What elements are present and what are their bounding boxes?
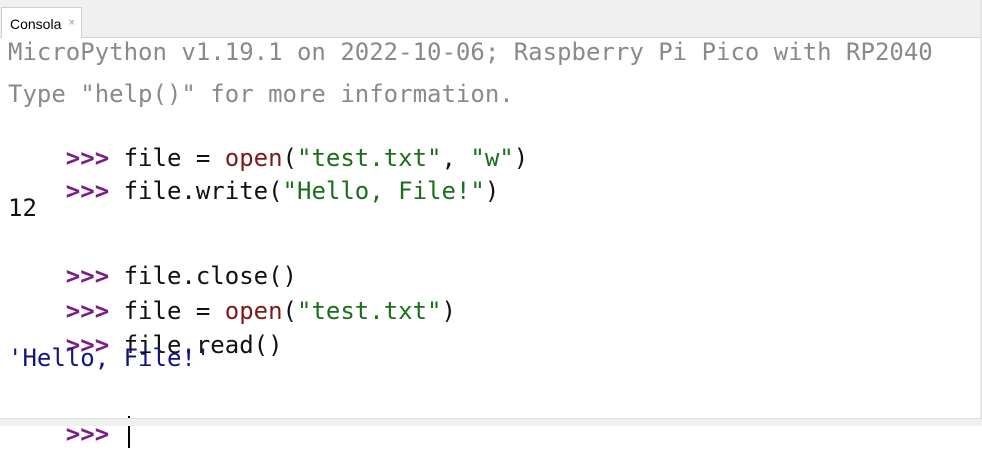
- code-text: ): [441, 297, 456, 325]
- code-text: file.write(: [123, 177, 283, 205]
- tab-console[interactable]: Consola ×: [1, 7, 82, 38]
- code-text: ): [513, 144, 529, 172]
- tab-label: Consola: [10, 16, 62, 32]
- prompt: >>>: [65, 177, 124, 205]
- code-text: (: [282, 297, 297, 325]
- input-line[interactable]: >>>: [8, 388, 130, 448]
- horizontal-scrollbar[interactable]: [0, 418, 982, 426]
- string-literal: "test.txt": [297, 297, 442, 325]
- code-text: ): [484, 177, 500, 205]
- console-line: >>> file.write("Hello, File!"): [8, 149, 500, 205]
- tab-bar: Consola ×: [0, 0, 982, 38]
- close-icon[interactable]: ×: [68, 18, 76, 28]
- console-line: >>> file.read(): [8, 303, 283, 359]
- banner-line-1: MicroPython v1.19.1 on 2022-10-06; Raspb…: [8, 38, 933, 66]
- console-line: >>> file = open("test.txt", "w"): [8, 116, 528, 172]
- output-line: 12: [8, 194, 37, 222]
- output-line: 'Hello, File!': [8, 344, 211, 372]
- banner-line-2: Type "help()" for more information.: [8, 80, 514, 108]
- console-line: >>> file = open("test.txt"): [8, 269, 456, 325]
- string-literal: "Hello, File!": [282, 177, 485, 205]
- console-line: >>> file.close(): [8, 234, 297, 290]
- console-output[interactable]: MicroPython v1.19.1 on 2022-10-06; Raspb…: [0, 38, 980, 448]
